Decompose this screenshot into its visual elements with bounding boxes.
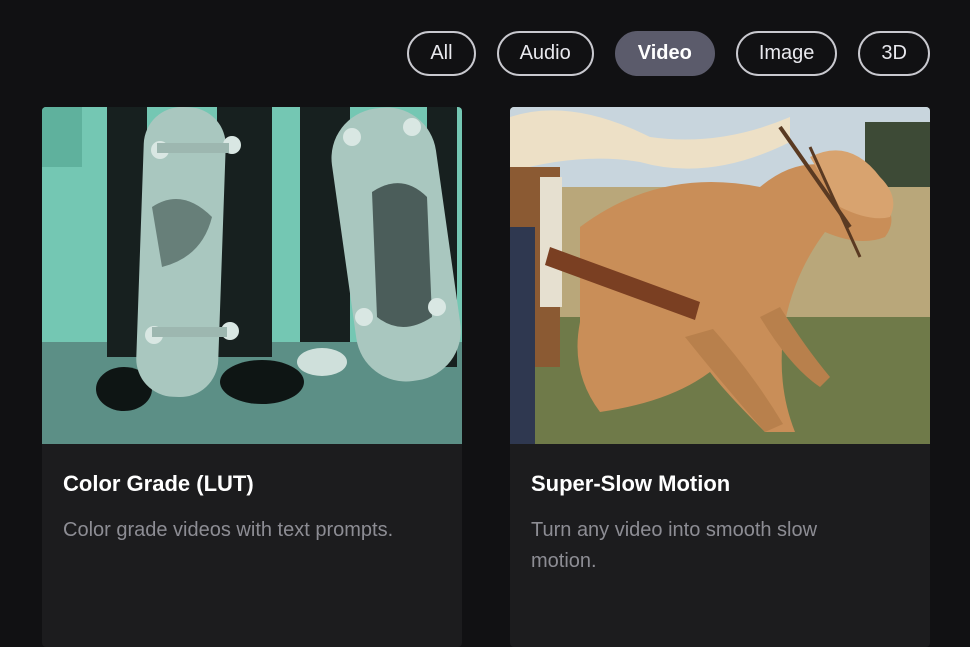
filter-chip-3d[interactable]: 3D [858,31,930,76]
slow-motion-thumbnail [510,107,930,444]
card-description: Color grade videos with text prompts. [63,519,394,541]
card-title: Super-Slow Motion [531,471,731,496]
color-grade-thumbnail [42,107,462,444]
model-card-super-slow-motion[interactable]: Super-Slow Motion Turn any video into sm… [510,107,930,647]
filter-chip-video[interactable]: Video [614,31,715,76]
card-title: Color Grade (LUT) [63,471,254,496]
filter-chip-image[interactable]: Image [735,31,838,76]
model-card-color-grade[interactable]: Color Grade (LUT) Color grade videos wit… [42,107,462,647]
filter-chip-all[interactable]: All [407,31,476,76]
card-description: Turn any video into smooth slow motion. [531,519,818,572]
category-filter-bar: All Audio Video Image 3D [407,31,930,76]
filter-chip-audio[interactable]: Audio [496,31,594,76]
